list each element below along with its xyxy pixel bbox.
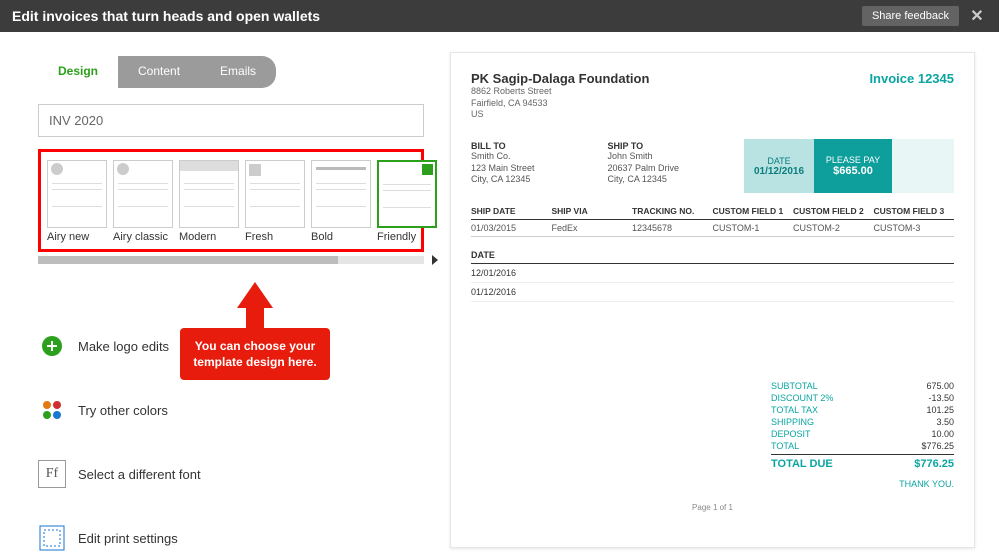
print-margins-icon xyxy=(38,524,66,552)
tab-design[interactable]: Design xyxy=(38,56,118,88)
please-pay-box: PLEASE PAY $665.00 xyxy=(814,139,892,193)
color-dots-icon xyxy=(38,396,66,424)
column-values: 01/03/2015 FedEx 12345678 CUSTOM-1 CUSTO… xyxy=(471,220,954,237)
font-icon: Ff xyxy=(38,460,66,488)
close-icon[interactable]: ✕ xyxy=(967,6,987,26)
date-row: 01/12/2016 xyxy=(471,283,954,302)
totals-block: SUBTOTAL675.00 DISCOUNT 2%-13.50 TOTAL T… xyxy=(771,380,954,471)
plus-circle-icon xyxy=(38,332,66,360)
tabs: Design Content Emails xyxy=(38,56,424,88)
invoice-preview: PK Sagip-Dalaga Foundation 8862 Roberts … xyxy=(450,52,975,548)
template-name-input[interactable] xyxy=(38,104,424,137)
template-airy-new[interactable]: Airy new xyxy=(47,160,107,243)
column-headers: SHIP DATE SHIP VIA TRACKING NO. CUSTOM F… xyxy=(471,203,954,220)
tab-emails[interactable]: Emails xyxy=(200,56,276,88)
company-address: 8862 Roberts Street Fairfield, CA 94533 … xyxy=(471,86,954,121)
preview-panel: PK Sagip-Dalaga Foundation 8862 Roberts … xyxy=(440,32,999,557)
template-airy-classic[interactable]: Airy classic xyxy=(113,160,173,243)
template-scrollbar[interactable] xyxy=(38,256,424,264)
date-header: DATE xyxy=(471,247,954,264)
template-modern[interactable]: Modern xyxy=(179,160,239,243)
invoice-number: Invoice 12345 xyxy=(869,71,954,86)
template-friendly[interactable]: Friendly xyxy=(377,160,437,243)
page-number: Page 1 of 1 xyxy=(471,503,954,512)
share-feedback-button[interactable]: Share feedback xyxy=(862,6,959,26)
title-bar: Edit invoices that turn heads and open w… xyxy=(0,0,999,32)
option-colors[interactable]: Try other colors xyxy=(38,396,424,424)
annotation-callout: You can choose your template design here… xyxy=(180,282,330,380)
header-band: BILL TO Smith Co. 123 Main Street City, … xyxy=(471,139,954,193)
option-print[interactable]: Edit print settings xyxy=(38,524,424,552)
date-row: 12/01/2016 xyxy=(471,264,954,283)
tab-content[interactable]: Content xyxy=(118,56,200,88)
template-bold[interactable]: Bold xyxy=(311,160,371,243)
template-gallery: Airy new Airy classic Modern Fresh Bold xyxy=(38,149,424,252)
option-font[interactable]: Ff Select a different font xyxy=(38,460,424,488)
modal-title: Edit invoices that turn heads and open w… xyxy=(12,8,320,24)
left-panel: Design Content Emails Airy new Airy clas… xyxy=(0,32,440,557)
date-box: DATE 01/12/2016 xyxy=(744,139,814,193)
arrow-up-icon xyxy=(237,282,273,308)
template-fresh[interactable]: Fresh xyxy=(245,160,305,243)
thank-you: THANK YOU. xyxy=(771,479,954,489)
callout-text: You can choose your template design here… xyxy=(180,328,330,380)
